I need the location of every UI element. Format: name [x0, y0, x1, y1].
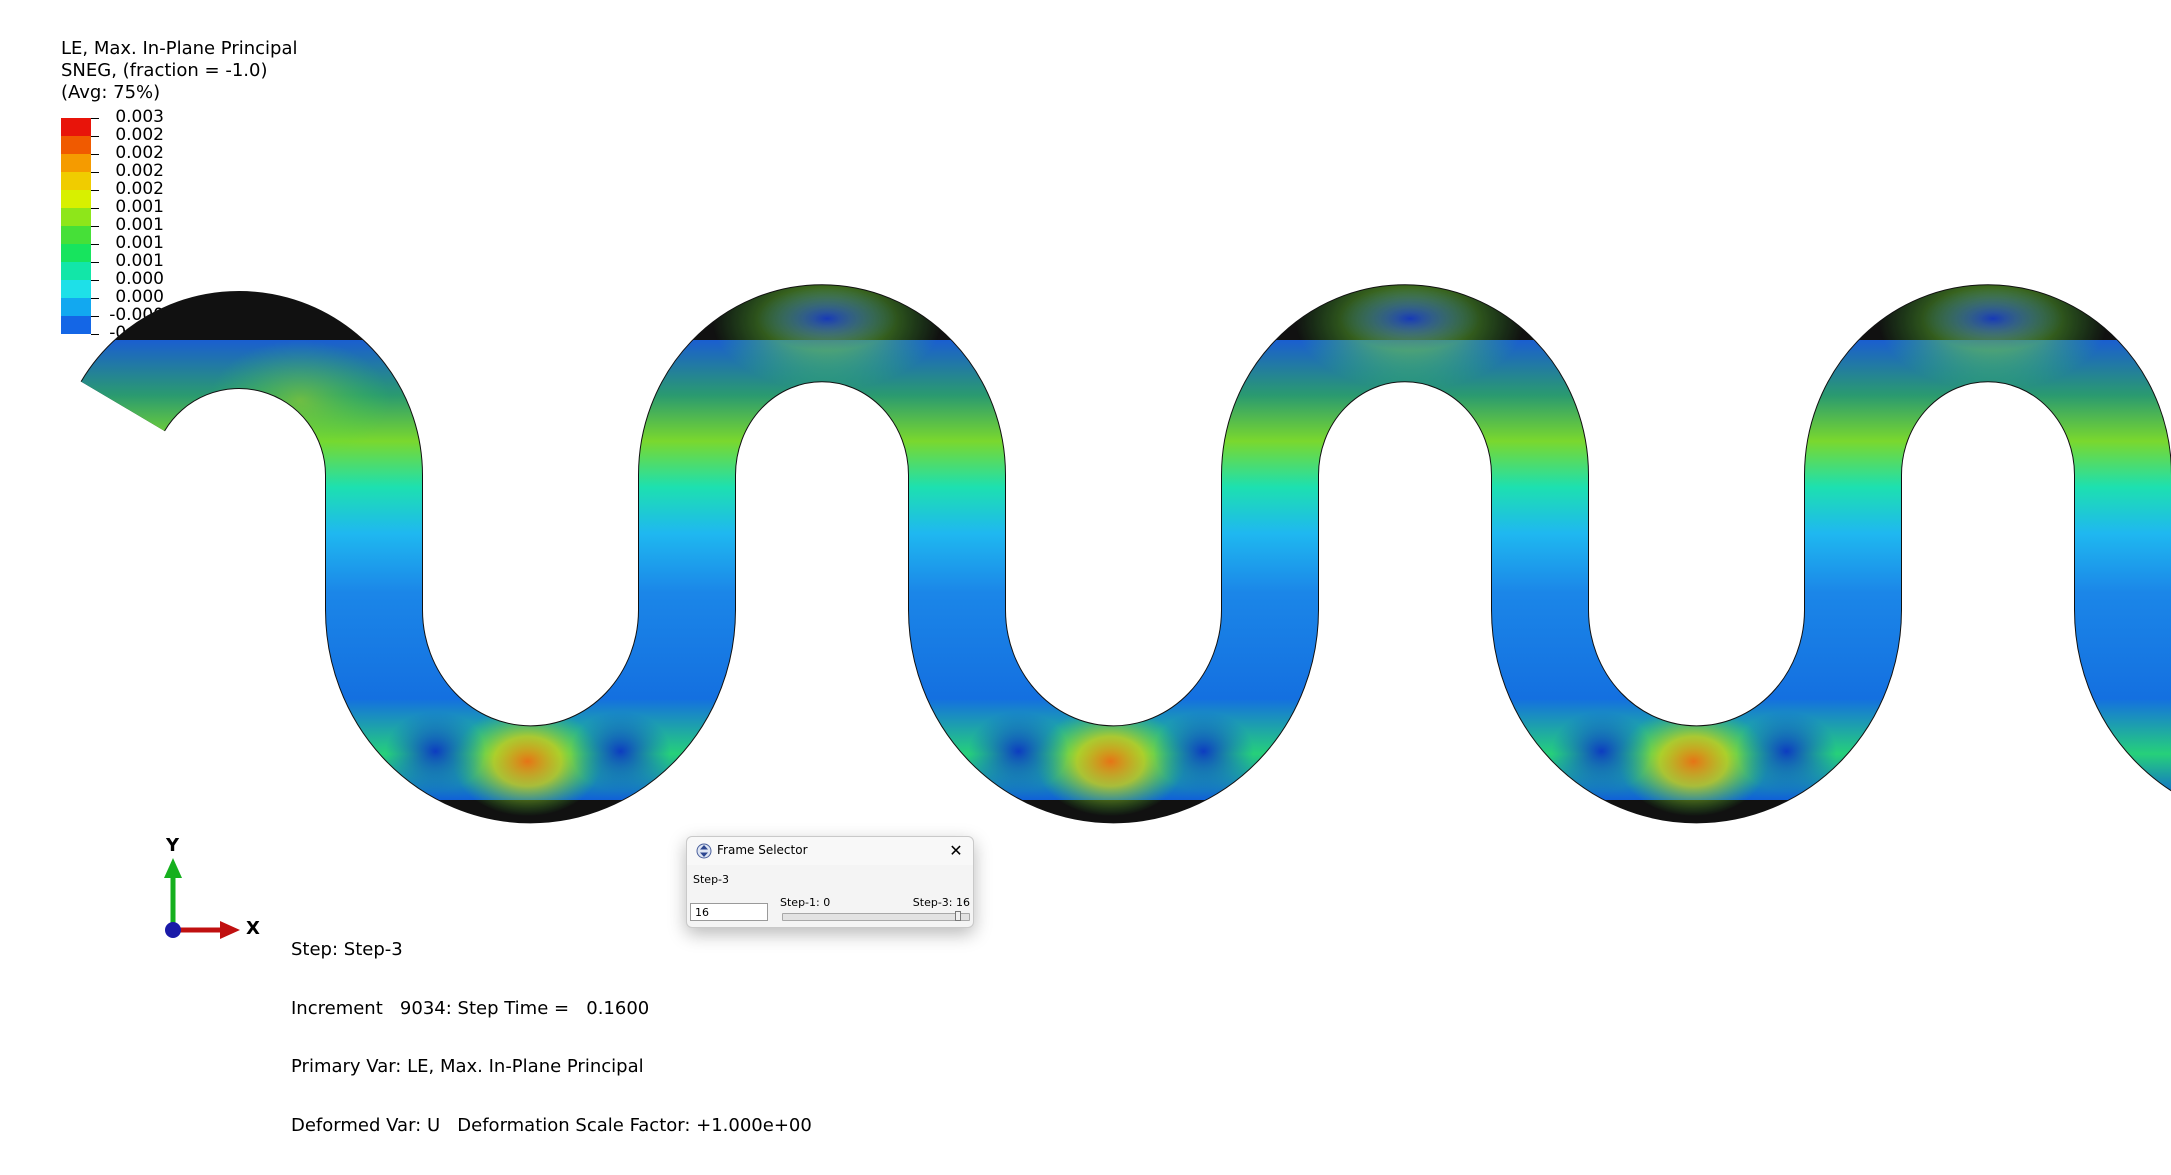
dialog-titlebar[interactable]: Frame Selector ✕	[687, 837, 973, 865]
status-primary-var: Primary Var: LE, Max. In-Plane Principal	[291, 1056, 644, 1077]
slider-max-label: Step-3: 16	[912, 896, 970, 909]
frame-selector-dialog[interactable]: Frame Selector ✕ Step-3 Step-1: 0 Step-3…	[686, 836, 974, 928]
y-axis-label: Y	[166, 835, 180, 856]
viewport-status-info: Step: Step-3 Increment 9034: Step Time =…	[291, 901, 812, 1174]
status-step: Step: Step-3	[291, 939, 403, 960]
coordinate-triad: Y X	[140, 835, 280, 945]
close-button[interactable]: ✕	[947, 842, 965, 860]
frame-slider[interactable]	[782, 911, 970, 921]
viewport[interactable]: LE, Max. In-Plane Principal SNEG, (fract…	[0, 0, 2171, 1135]
slider-min-label: Step-1: 0	[780, 896, 831, 909]
frame-selector-icon	[696, 843, 712, 859]
frame-number-input[interactable]	[690, 903, 768, 921]
deformed-spring-contour	[0, 250, 2171, 824]
x-axis-label: X	[246, 918, 260, 939]
current-step-label: Step-3	[693, 873, 730, 886]
dialog-title: Frame Selector	[717, 843, 808, 857]
frame-slider-thumb[interactable]	[955, 911, 961, 921]
status-deformed-var: Deformed Var: U Deformation Scale Factor…	[291, 1114, 812, 1136]
close-icon: ✕	[949, 841, 963, 860]
status-increment: Increment 9034: Step Time = 0.1600	[291, 997, 650, 1019]
